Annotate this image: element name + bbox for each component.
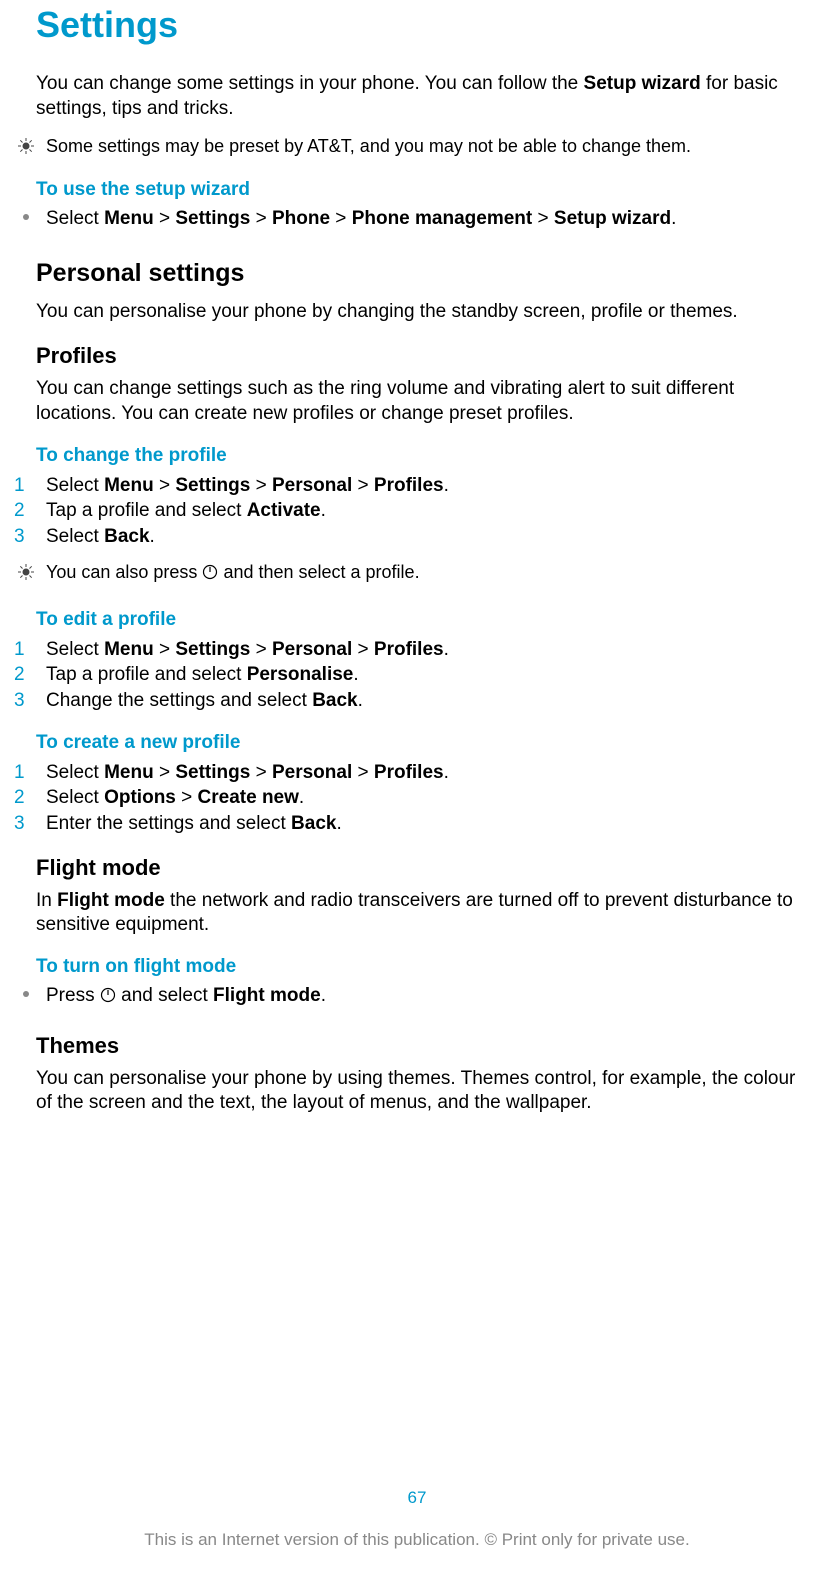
change-profile-heading: To change the profile: [36, 445, 798, 467]
step-text: Change the settings and select Back.: [46, 688, 363, 714]
list-item: 3 Change the settings and select Back.: [14, 688, 798, 714]
step-text: Select Menu > Settings > Personal > Prof…: [46, 637, 449, 663]
step-number: 1: [14, 637, 38, 663]
list-item: 2 Tap a profile and select Activate.: [14, 498, 798, 524]
tip-press-power: You can also press and then select a pro…: [14, 561, 798, 584]
tip-preset: Some settings may be preset by AT&T, and…: [14, 135, 798, 158]
personal-settings-heading: Personal settings: [36, 259, 798, 288]
step-text: Select Menu > Settings > Personal > Prof…: [46, 473, 449, 499]
flight-mode-heading: Flight mode: [36, 855, 798, 881]
list-item: 1 Select Menu > Settings > Personal > Pro…: [14, 473, 798, 499]
list-item: 1 Select Menu > Settings > Personal > Pro…: [14, 760, 798, 786]
tip-text: You can also press and then select a pro…: [46, 561, 420, 584]
list-item: 3 Select Back.: [14, 524, 798, 550]
tip-text: Some settings may be preset by AT&T, and…: [46, 135, 691, 158]
create-profile-heading: To create a new profile: [36, 732, 798, 754]
turn-on-flight-mode-heading: To turn on flight mode: [36, 956, 798, 978]
step-text: Select Options > Create new.: [46, 785, 304, 811]
footer-text: This is an Internet version of this publ…: [0, 1530, 834, 1550]
edit-profile-heading: To edit a profile: [36, 609, 798, 631]
profiles-heading: Profiles: [36, 343, 798, 369]
page-number: 67: [0, 1488, 834, 1508]
profiles-body: You can change settings such as the ring…: [36, 377, 798, 426]
step-text: Select Menu > Settings > Personal > Prof…: [46, 760, 449, 786]
edit-profile-list: 1 Select Menu > Settings > Personal > Pro…: [14, 637, 798, 714]
setup-wizard-step: Select Menu > Settings > Phone > Phone m…: [14, 207, 798, 232]
bullet-icon: [14, 990, 38, 998]
step-text: Select Back.: [46, 524, 155, 550]
intro-text: You can change some settings in your pho…: [36, 72, 798, 121]
list-item: 2 Tap a profile and select Personalise.: [14, 662, 798, 688]
flight-mode-body: In Flight mode the network and radio tra…: [36, 889, 798, 938]
list-item: 2 Select Options > Create new.: [14, 785, 798, 811]
themes-heading: Themes: [36, 1033, 798, 1059]
step-number: 3: [14, 524, 38, 550]
step-number: 2: [14, 498, 38, 524]
step-number: 3: [14, 688, 38, 714]
page-footer: 67 This is an Internet version of this p…: [0, 1488, 834, 1550]
step-text: Enter the settings and select Back.: [46, 811, 342, 837]
themes-body: You can personalise your phone by using …: [36, 1067, 798, 1116]
step-number: 1: [14, 760, 38, 786]
list-item: 1 Select Menu > Settings > Personal > Pro…: [14, 637, 798, 663]
list-item: 3 Enter the settings and select Back.: [14, 811, 798, 837]
step-text: Tap a profile and select Personalise.: [46, 662, 359, 688]
step-number: 1: [14, 473, 38, 499]
change-profile-list: 1 Select Menu > Settings > Personal > Pro…: [14, 473, 798, 550]
bullet-icon: [14, 213, 38, 221]
lightbulb-icon: [14, 564, 38, 580]
personal-settings-body: You can personalise your phone by changi…: [36, 300, 798, 325]
page-title: Settings: [36, 4, 798, 46]
lightbulb-icon: [14, 138, 38, 154]
step-number: 3: [14, 811, 38, 837]
step-number: 2: [14, 662, 38, 688]
step-number: 2: [14, 785, 38, 811]
setup-wizard-heading: To use the setup wizard: [36, 179, 798, 201]
step-text: Tap a profile and select Activate.: [46, 498, 326, 524]
flight-mode-step: Press and select Flight mode.: [14, 984, 798, 1009]
create-profile-list: 1 Select Menu > Settings > Personal > Pro…: [14, 760, 798, 837]
